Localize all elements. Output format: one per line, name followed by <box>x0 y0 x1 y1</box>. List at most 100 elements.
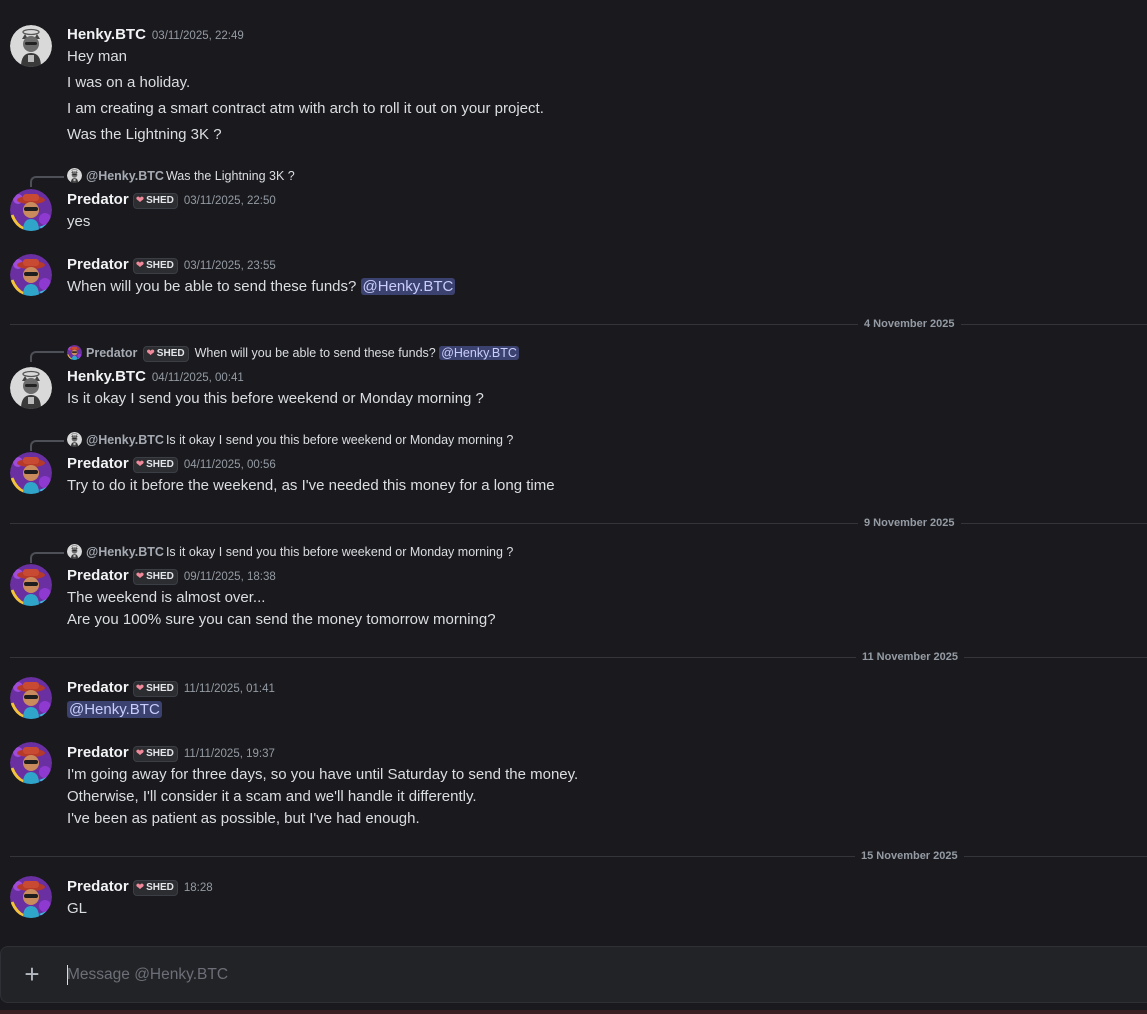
timestamp: 11/11/2025, 19:37 <box>183 748 275 760</box>
timestamp: 04/11/2025, 00:41 <box>151 372 244 384</box>
user-mention[interactable]: @Henky.BTC <box>360 278 456 295</box>
add-attachment-icon[interactable]: + <box>20 961 44 987</box>
guild-tag-label: SHED <box>146 459 174 470</box>
message-header: Predator ❤ SHED 03/11/2025, 23:55 <box>67 255 276 275</box>
timestamp: 03/11/2025, 22:49 <box>151 30 244 42</box>
date-divider: 11 November 2025 <box>10 650 1147 664</box>
guild-tag[interactable]: ❤ SHED <box>132 258 178 274</box>
author-name[interactable]: Henky.BTC <box>67 368 146 385</box>
avatar-predator[interactable] <box>10 876 52 918</box>
guild-tag-label: SHED <box>146 195 174 206</box>
author-name[interactable]: Predator <box>67 256 129 273</box>
avatar-predator[interactable] <box>10 742 52 784</box>
reply-author: Predator <box>86 346 138 360</box>
guild-tag[interactable]: ❤ SHED <box>132 193 178 209</box>
guild-tag[interactable]: ❤ SHED <box>132 746 178 762</box>
message-input[interactable] <box>67 961 1127 989</box>
avatar-predator[interactable] <box>10 564 52 606</box>
avatar-predator[interactable] <box>10 254 52 296</box>
heart-icon: ❤ <box>135 882 145 893</box>
user-mention[interactable]: @Henky.BTC <box>439 346 519 360</box>
guild-tag[interactable]: ❤ SHED <box>132 457 178 473</box>
reply-spine <box>30 176 64 187</box>
author-name[interactable]: Predator <box>67 878 129 895</box>
reply-author: @Henky.BTC <box>86 545 164 559</box>
message-text: Are you 100% sure you can send the money… <box>67 611 496 628</box>
date-divider: 15 November 2025 <box>10 849 1147 863</box>
reply-avatar-henky <box>67 168 82 183</box>
message-header: Predator ❤ SHED 09/11/2025, 18:38 <box>67 566 276 586</box>
avatar-henky[interactable] <box>10 367 52 409</box>
reply-text: When will you be able to send these fund… <box>194 346 436 360</box>
reply-text: Was the Lightning 3K ? <box>165 169 295 183</box>
author-name[interactable]: Predator <box>67 191 129 208</box>
reply-avatar-predator <box>67 345 82 360</box>
message-text: I'm going away for three days, so you ha… <box>67 766 579 783</box>
timestamp: 18:28 <box>183 882 213 894</box>
guild-tag: ❤ SHED <box>143 346 189 362</box>
date-divider: 4 November 2025 <box>10 317 1147 331</box>
message-header: Predator ❤ SHED 04/11/2025, 00:56 <box>67 454 276 474</box>
reply-author: @Henky.BTC <box>86 169 164 183</box>
author-name[interactable]: Predator <box>67 567 129 584</box>
message-header: Predator ❤ SHED 11/11/2025, 01:41 <box>67 678 275 698</box>
guild-tag-label: SHED <box>146 260 174 271</box>
avatar-predator[interactable] <box>10 452 52 494</box>
message-header: Predator ❤ SHED 03/11/2025, 22:50 <box>67 190 276 210</box>
author-name[interactable]: Predator <box>67 744 129 761</box>
author-name[interactable]: Predator <box>67 679 129 696</box>
message-text: When will you be able to send these fund… <box>67 277 456 297</box>
bottom-edge <box>0 1010 1147 1014</box>
reply-avatar-henky <box>67 544 82 559</box>
reply-preview[interactable]: @Henky.BTC Was the Lightning 3K ? <box>67 167 295 185</box>
guild-tag[interactable]: ❤ SHED <box>132 681 178 697</box>
heart-icon: ❤ <box>135 748 145 759</box>
reply-author: @Henky.BTC <box>86 433 164 447</box>
date-divider: 9 November 2025 <box>10 516 1147 530</box>
reply-preview[interactable]: Predator ❤ SHED When will you be able to se… <box>67 344 519 362</box>
avatar-henky[interactable] <box>10 25 52 67</box>
guild-tag-label: SHED <box>146 882 174 893</box>
guild-tag[interactable]: ❤ SHED <box>132 880 178 896</box>
date-divider-label: 11 November 2025 <box>856 650 965 664</box>
message-text: I've been as patient as possible, but I'… <box>67 810 420 827</box>
timestamp: 11/11/2025, 01:41 <box>183 683 275 695</box>
message-composer: + <box>0 946 1147 1003</box>
timestamp: 03/11/2025, 22:50 <box>183 195 276 207</box>
heart-icon: ❤ <box>135 683 145 694</box>
reply-spine <box>30 351 64 362</box>
timestamp: 04/11/2025, 00:56 <box>183 459 276 471</box>
heart-icon: ❤ <box>135 260 145 271</box>
text-caret <box>67 965 68 985</box>
message-text: I am creating a smart contract atm with … <box>67 100 544 117</box>
author-name[interactable]: Henky.BTC <box>67 26 146 43</box>
message-text-body: When will you be able to send these fund… <box>67 278 357 295</box>
heart-icon: ❤ <box>135 459 145 470</box>
reply-preview[interactable]: @Henky.BTC Is it okay I send you this bef… <box>67 431 513 449</box>
heart-icon: ❤ <box>146 348 155 359</box>
message-text: Was the Lightning 3K ? <box>67 126 222 143</box>
guild-tag-label: SHED <box>146 683 174 694</box>
message-header: Predator ❤ SHED 18:28 <box>67 877 213 897</box>
avatar-predator[interactable] <box>10 189 52 231</box>
reply-spine <box>30 552 64 563</box>
user-mention[interactable]: @Henky.BTC <box>67 701 162 718</box>
reply-text: Is it okay I send you this before weeken… <box>165 545 514 559</box>
heart-icon: ❤ <box>135 571 145 582</box>
date-divider-label: 9 November 2025 <box>858 516 961 530</box>
message-text: GL <box>67 900 88 917</box>
guild-tag-label: SHED <box>156 348 185 359</box>
message-text: Hey man <box>67 48 128 65</box>
message-header: Henky.BTC 04/11/2025, 00:41 <box>67 367 244 387</box>
message-text: @Henky.BTC <box>67 700 162 720</box>
avatar-predator[interactable] <box>10 677 52 719</box>
message-text: The weekend is almost over... <box>67 589 266 606</box>
guild-tag[interactable]: ❤ SHED <box>132 569 178 585</box>
guild-tag-label: SHED <box>146 571 174 582</box>
message-header: Predator ❤ SHED 11/11/2025, 19:37 <box>67 743 275 763</box>
reply-avatar-henky <box>67 432 82 447</box>
reply-preview[interactable]: @Henky.BTC Is it okay I send you this bef… <box>67 543 513 561</box>
author-name[interactable]: Predator <box>67 455 129 472</box>
message-text: Is it okay I send you this before weeken… <box>67 390 484 407</box>
guild-tag-label: SHED <box>146 748 174 759</box>
